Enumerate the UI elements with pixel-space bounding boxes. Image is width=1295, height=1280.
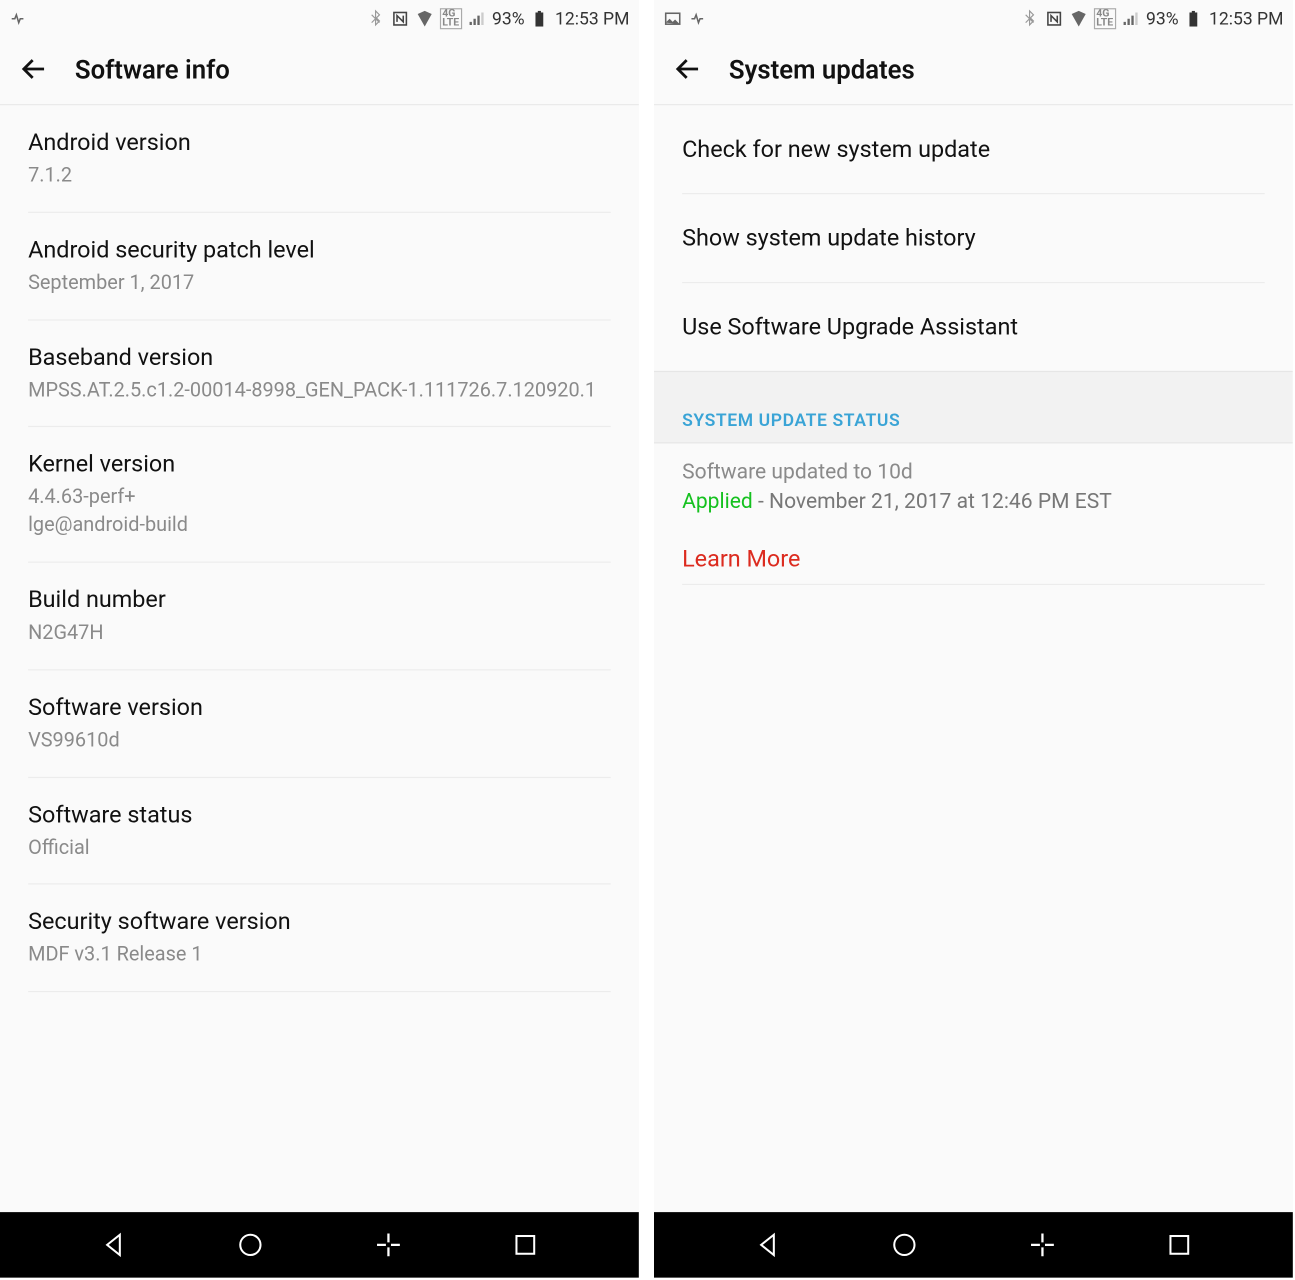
status-bar: 4GLTE 93% 12:53 PM	[654, 0, 1293, 37]
heart-icon	[689, 9, 708, 28]
row-sub: N2G47H	[28, 620, 611, 648]
nav-recent-icon[interactable]	[502, 1221, 549, 1268]
network-4g-icon: 4GLTE	[440, 8, 462, 29]
nav-recent-icon[interactable]	[1156, 1221, 1203, 1268]
page-title: System updates	[729, 56, 915, 85]
row-title: Check for new system update	[682, 126, 1265, 172]
row-title: Android security patch level	[28, 234, 611, 266]
row-sub: VS99610d	[28, 727, 611, 755]
row-title: Android version	[28, 126, 611, 158]
battery-percent: 93%	[1146, 8, 1179, 29]
status-date: - November 21, 2017 at 12:46 PM EST	[753, 489, 1112, 514]
row-sub: September 1, 2017	[28, 270, 611, 298]
clock: 12:53 PM	[1209, 8, 1283, 29]
clock: 12:53 PM	[555, 8, 629, 29]
row-kernel[interactable]: Kernel version 4.4.63-perf+ lge@android-…	[28, 428, 611, 563]
app-bar: System updates	[654, 37, 1293, 105]
row-security-patch[interactable]: Android security patch level September 1…	[28, 213, 611, 320]
actions-list: Check for new system update Show system …	[654, 105, 1293, 371]
nav-bar	[0, 1212, 639, 1278]
learn-more-link[interactable]: Learn More	[682, 544, 800, 584]
divider	[682, 584, 1265, 585]
back-arrow-icon[interactable]	[673, 53, 703, 88]
settings-list: Android version 7.1.2 Android security p…	[0, 105, 639, 992]
row-sub: MPSS.AT.2.5.c1.2-00014-8998_GEN_PACK-1.1…	[28, 377, 611, 405]
page-title: Software info	[75, 56, 230, 85]
battery-icon	[1184, 9, 1203, 28]
row-baseband[interactable]: Baseband version MPSS.AT.2.5.c1.2-00014-…	[28, 320, 611, 427]
signal-icon	[1121, 9, 1140, 28]
nav-home-icon[interactable]	[881, 1221, 928, 1268]
row-build-number[interactable]: Build number N2G47H	[28, 563, 611, 670]
location-icon	[415, 9, 434, 28]
bluetooth-icon	[366, 9, 385, 28]
nav-bar	[654, 1212, 1293, 1278]
battery-icon	[530, 9, 549, 28]
nav-back-icon[interactable]	[90, 1221, 137, 1268]
location-icon	[1069, 9, 1088, 28]
update-status-block: Software updated to 10d Applied - Novemb…	[654, 443, 1293, 583]
phone-right: 4GLTE 93% 12:53 PM System updates Check …	[654, 0, 1293, 1278]
row-upgrade-assistant[interactable]: Use Software Upgrade Assistant	[682, 283, 1265, 371]
nfc-icon	[1045, 9, 1064, 28]
bluetooth-icon	[1020, 9, 1039, 28]
row-sub: 4.4.63-perf+ lge@android-build	[28, 485, 611, 541]
row-sub: 7.1.2	[28, 163, 611, 191]
nav-split-icon[interactable]	[1019, 1221, 1066, 1268]
section-header-status: SYSTEM UPDATE STATUS	[654, 371, 1293, 444]
row-title: Build number	[28, 584, 611, 616]
app-bar: Software info	[0, 37, 639, 105]
network-4g-icon: 4GLTE	[1094, 8, 1116, 29]
status-applied-label: Applied	[682, 489, 753, 514]
row-check-update[interactable]: Check for new system update	[682, 105, 1265, 194]
nav-back-icon[interactable]	[744, 1221, 791, 1268]
row-software-status[interactable]: Software status Official	[28, 778, 611, 885]
signal-icon	[467, 9, 486, 28]
battery-percent: 93%	[492, 8, 525, 29]
back-arrow-icon[interactable]	[19, 53, 49, 88]
row-sub: Official	[28, 835, 611, 863]
row-android-version[interactable]: Android version 7.1.2	[28, 105, 611, 212]
row-title: Baseband version	[28, 341, 611, 373]
nfc-icon	[391, 9, 410, 28]
row-title: Software version	[28, 691, 611, 723]
row-title: Software status	[28, 799, 611, 831]
row-security-software[interactable]: Security software version MDF v3.1 Relea…	[28, 885, 611, 992]
picture-icon	[663, 9, 682, 28]
heart-icon	[9, 9, 28, 28]
status-applied-line: Applied - November 21, 2017 at 12:46 PM …	[682, 489, 1265, 514]
phone-left: 4GLTE 93% 12:53 PM Software info Android…	[0, 0, 639, 1278]
row-title: Show system update history	[682, 215, 1265, 261]
row-sub: MDF v3.1 Release 1	[28, 942, 611, 970]
row-title: Use Software Upgrade Assistant	[682, 304, 1265, 350]
row-update-history[interactable]: Show system update history	[682, 194, 1265, 283]
nav-split-icon[interactable]	[365, 1221, 412, 1268]
status-updated-to: Software updated to 10d	[682, 460, 1265, 485]
row-title: Security software version	[28, 906, 611, 938]
status-bar: 4GLTE 93% 12:53 PM	[0, 0, 639, 37]
row-software-version[interactable]: Software version VS99610d	[28, 670, 611, 777]
nav-home-icon[interactable]	[227, 1221, 274, 1268]
row-title: Kernel version	[28, 449, 611, 481]
